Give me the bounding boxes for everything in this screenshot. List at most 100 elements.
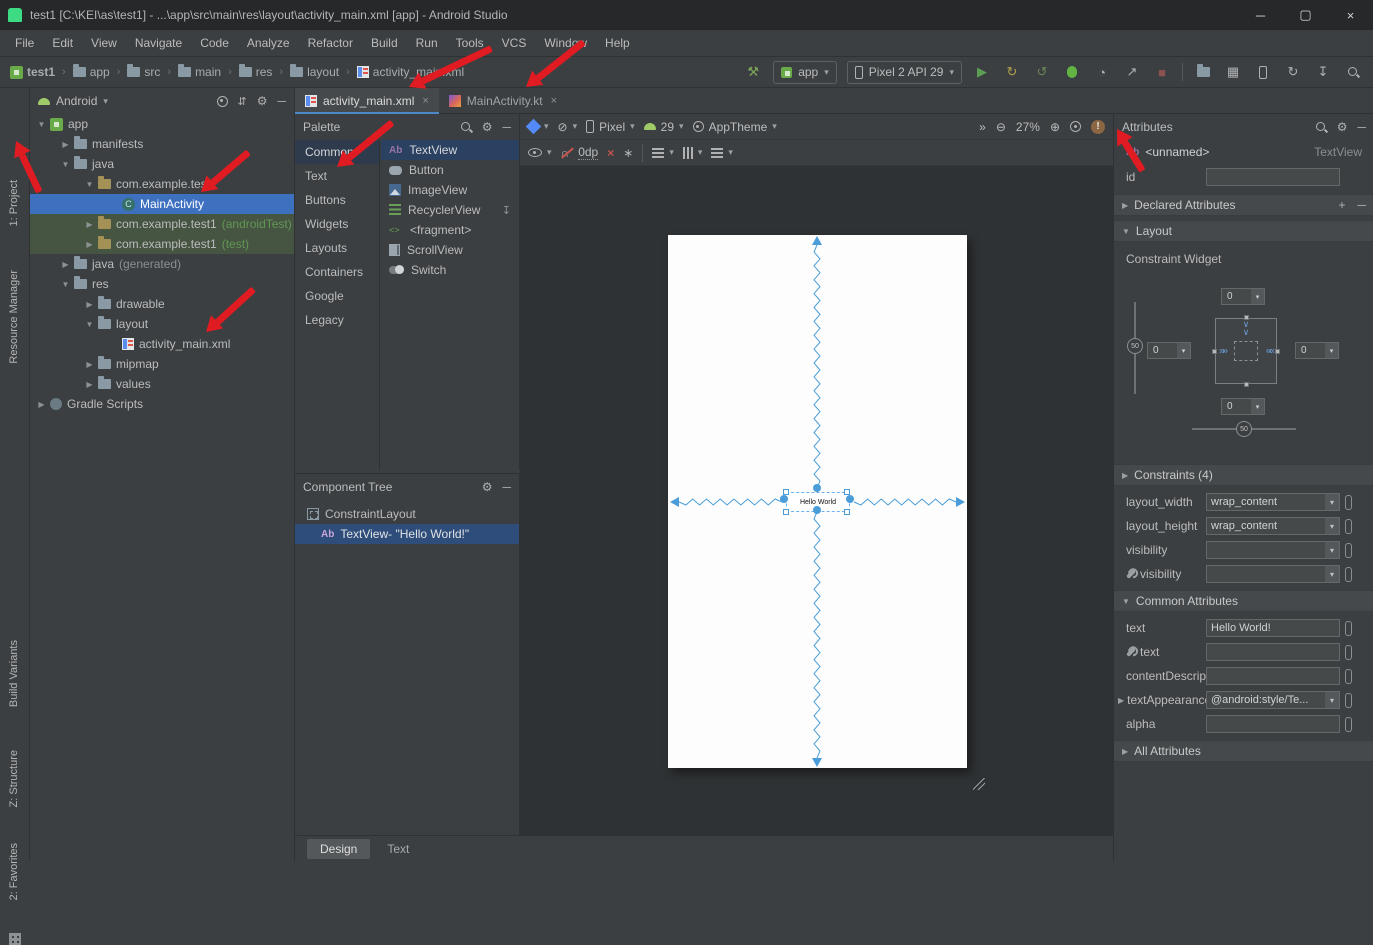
component-textview[interactable]: AbTextView- "Hello World!" xyxy=(295,524,519,544)
resize-handle[interactable] xyxy=(783,509,789,515)
zoom-in-button[interactable]: ⊕ xyxy=(1050,120,1060,134)
section-common-attributes[interactable]: ▼ Common Attributes xyxy=(1114,590,1373,612)
zoom-to-fit-icon[interactable] xyxy=(1070,121,1081,132)
menu-analyze[interactable]: Analyze xyxy=(238,30,299,57)
search-icon[interactable] xyxy=(1315,121,1327,133)
device-select[interactable]: Pixel 2 API 29▾ xyxy=(847,61,962,84)
pick-resource-button[interactable] xyxy=(1345,669,1352,684)
device-in-editor-select[interactable]: Pixel▾ xyxy=(586,120,635,134)
autoconnect-toggle[interactable]: ∩ xyxy=(561,146,570,160)
tree-item-res[interactable]: ▼res xyxy=(30,274,294,294)
constraint-anchor-right[interactable] xyxy=(846,495,854,503)
search-everywhere-button[interactable] xyxy=(1343,62,1363,82)
text-input[interactable] xyxy=(1206,619,1340,637)
menu-navigate[interactable]: Navigate xyxy=(126,30,191,57)
palette-category-widgets[interactable]: Widgets xyxy=(295,212,379,236)
pick-resource-button[interactable] xyxy=(1345,693,1352,708)
tree-item-activity-main-xml[interactable]: activity_main.xml xyxy=(30,334,294,354)
content-description-input[interactable] xyxy=(1206,667,1340,685)
anchor-bottom[interactable] xyxy=(1244,382,1249,387)
palette-category-google[interactable]: Google xyxy=(295,284,379,308)
menu-build[interactable]: Build xyxy=(362,30,407,57)
resize-handle[interactable] xyxy=(844,509,850,515)
menu-file[interactable]: File xyxy=(6,30,43,57)
infer-constraints-button[interactable]: ∗ xyxy=(623,146,633,160)
warnings-errors-icon[interactable]: ! xyxy=(1091,120,1105,134)
tree-item-values[interactable]: ▶values xyxy=(30,374,294,394)
build-hammer-icon[interactable]: ⚒ xyxy=(743,62,763,82)
toolwindow-switcher-icon[interactable] xyxy=(9,933,21,945)
palette-item-imageview[interactable]: ImageView xyxy=(381,180,519,200)
layout-width-select[interactable]: wrap_content▾ xyxy=(1206,493,1340,511)
menu-window[interactable]: Window xyxy=(535,30,596,57)
run-button[interactable]: ▶ xyxy=(972,62,992,82)
debug-button[interactable] xyxy=(1062,62,1082,82)
palette-item-fragment[interactable]: <fragment> xyxy=(381,220,519,240)
design-mode-select[interactable]: ▾ xyxy=(528,121,549,132)
palette-category-layouts[interactable]: Layouts xyxy=(295,236,379,260)
palette-category-containers[interactable]: Containers xyxy=(295,260,379,284)
section-constraints[interactable]: ▶ Constraints (4) xyxy=(1114,464,1373,486)
breadcrumb-activity-main-xml[interactable]: activity_main.xml xyxy=(357,65,464,79)
pick-resource-button[interactable] xyxy=(1345,621,1352,636)
close-tab-icon[interactable]: × xyxy=(422,95,428,107)
canvas-resize-grip[interactable] xyxy=(973,778,985,790)
tree-item-java[interactable]: ▼java xyxy=(30,154,294,174)
breadcrumb-res[interactable]: res xyxy=(239,65,273,79)
gear-icon[interactable]: ⚙ xyxy=(257,94,268,108)
margin-bottom-select[interactable]: 0▾ xyxy=(1221,398,1265,415)
anchor-right[interactable] xyxy=(1275,349,1280,354)
breadcrumb-main[interactable]: main xyxy=(178,65,221,79)
api-version-select[interactable]: 29▾ xyxy=(644,120,684,134)
tree-item-mipmap[interactable]: ▶mipmap xyxy=(30,354,294,374)
tree-item-package-androidtest[interactable]: ▶com.example.test1(androidTest) xyxy=(30,214,294,234)
vertical-bias-knob[interactable]: 50 xyxy=(1127,338,1143,354)
minimize-button[interactable]: ─ xyxy=(1238,0,1283,30)
pick-resource-button[interactable] xyxy=(1345,645,1352,660)
gear-icon[interactable]: ⚙ xyxy=(482,480,493,494)
pick-resource-button[interactable] xyxy=(1345,519,1352,534)
menu-refactor[interactable]: Refactor xyxy=(299,30,362,57)
menu-tools[interactable]: Tools xyxy=(447,30,493,57)
menu-code[interactable]: Code xyxy=(191,30,238,57)
apply-code-changes-icon[interactable]: ↺ xyxy=(1032,62,1052,82)
tree-item-gradle-scripts[interactable]: ▶Gradle Scripts xyxy=(30,394,294,414)
text-appearance-select[interactable]: @android:style/Te...▾ xyxy=(1206,691,1340,709)
breadcrumb-layout[interactable]: layout xyxy=(290,65,339,79)
anchor-top[interactable] xyxy=(1244,315,1249,320)
hide-panel-icon[interactable]: ─ xyxy=(277,94,286,108)
attach-debugger-icon[interactable]: ↗ xyxy=(1122,62,1142,82)
project-view-select[interactable]: Android xyxy=(56,94,97,108)
pick-resource-button[interactable] xyxy=(1345,717,1352,732)
anchor-left[interactable] xyxy=(1212,349,1217,354)
layout-inspector-icon[interactable]: ▦ xyxy=(1223,62,1243,82)
section-layout[interactable]: ▼ Layout xyxy=(1114,220,1373,242)
palette-category-buttons[interactable]: Buttons xyxy=(295,188,379,212)
toolwindow-project[interactable]: 1: Project xyxy=(8,180,20,226)
tools-text-input[interactable] xyxy=(1206,643,1340,661)
margin-left-select[interactable]: 0▾ xyxy=(1147,342,1191,359)
pick-resource-button[interactable] xyxy=(1345,495,1352,510)
search-icon[interactable] xyxy=(460,121,472,133)
layout-height-select[interactable]: wrap_content▾ xyxy=(1206,517,1340,535)
palette-item-button[interactable]: Button xyxy=(381,160,519,180)
tab-design[interactable]: Design xyxy=(307,839,370,859)
profiler-button[interactable]: ◔ xyxy=(1092,62,1112,82)
component-constraintlayout[interactable]: ConstraintLayout xyxy=(295,504,519,524)
close-tab-icon[interactable]: × xyxy=(551,95,557,107)
palette-item-recyclerview[interactable]: RecyclerView↧ xyxy=(381,200,519,220)
close-button[interactable]: × xyxy=(1328,0,1373,30)
tree-item-java-generated[interactable]: ▶java(generated) xyxy=(30,254,294,274)
breadcrumb-test1[interactable]: test1 xyxy=(10,65,55,79)
tree-item-mainactivity[interactable]: MainActivity xyxy=(30,194,294,214)
constraint-anchor-top[interactable] xyxy=(813,484,821,492)
palette-item-textview[interactable]: AbTextView xyxy=(381,140,519,160)
alpha-input[interactable] xyxy=(1206,715,1340,733)
id-input[interactable] xyxy=(1206,168,1340,186)
download-icon[interactable]: ↧ xyxy=(502,204,511,217)
zoom-out-button[interactable]: ⊖ xyxy=(996,120,1006,134)
menu-run[interactable]: Run xyxy=(407,30,447,57)
tree-item-drawable[interactable]: ▶drawable xyxy=(30,294,294,314)
view-options-select[interactable]: ▾ xyxy=(528,147,552,158)
gear-icon[interactable]: ⚙ xyxy=(482,120,493,134)
